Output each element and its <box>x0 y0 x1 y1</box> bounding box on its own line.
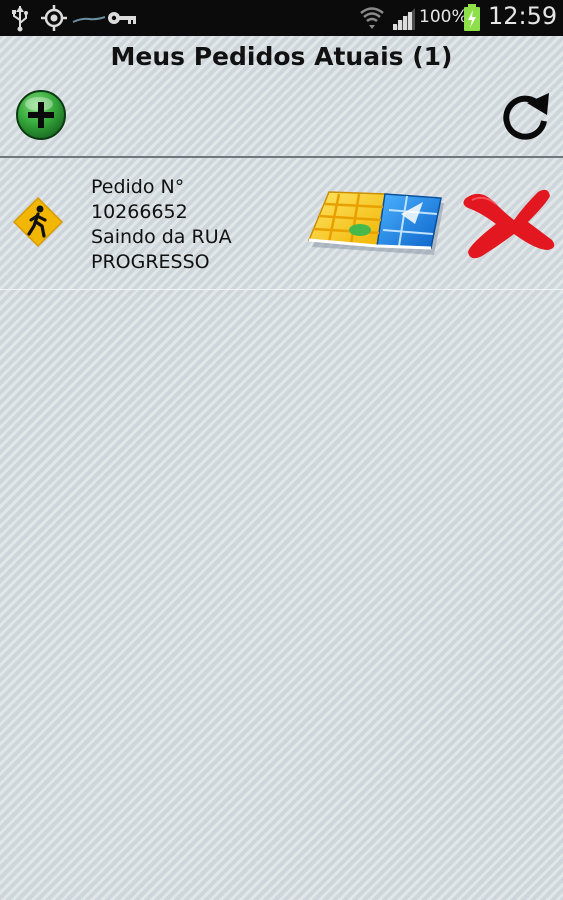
add-circle-icon <box>16 90 66 140</box>
page-title: Meus Pedidos Atuais (1) <box>110 42 453 71</box>
order-details: Pedido N° 10266652 Saindo da RUA PROGRES… <box>91 175 232 275</box>
title-bar: Meus Pedidos Atuais (1) <box>0 36 563 76</box>
add-order-button[interactable] <box>15 89 67 141</box>
refresh-icon <box>503 93 549 140</box>
wifi-icon <box>359 4 385 36</box>
activity-wave-icon <box>72 4 106 36</box>
clock: 12:59 <box>488 2 558 30</box>
battery-percentage: 100% <box>419 7 468 27</box>
delete-x-icon <box>463 189 555 259</box>
gps-icon <box>40 4 68 36</box>
delete-order-button[interactable] <box>458 184 558 262</box>
key-icon <box>106 4 138 36</box>
signal-icon <box>391 4 417 36</box>
order-number: 10266652 <box>91 201 188 223</box>
walking-person-icon <box>12 196 64 248</box>
order-list-item[interactable]: Pedido N° 10266652 Saindo da RUA PROGRES… <box>0 158 563 290</box>
status-bar: 100% 12:59 <box>0 0 563 36</box>
battery-charging-icon <box>463 4 481 36</box>
usb-icon <box>10 4 30 36</box>
order-status-line: Saindo da RUA <box>91 226 232 248</box>
order-label: Pedido N° <box>91 176 185 198</box>
refresh-button[interactable] <box>499 87 553 143</box>
view-map-button[interactable] <box>303 184 445 262</box>
map-icon <box>307 191 444 255</box>
row-divider <box>0 289 563 290</box>
order-street: PROGRESSO <box>91 251 210 273</box>
